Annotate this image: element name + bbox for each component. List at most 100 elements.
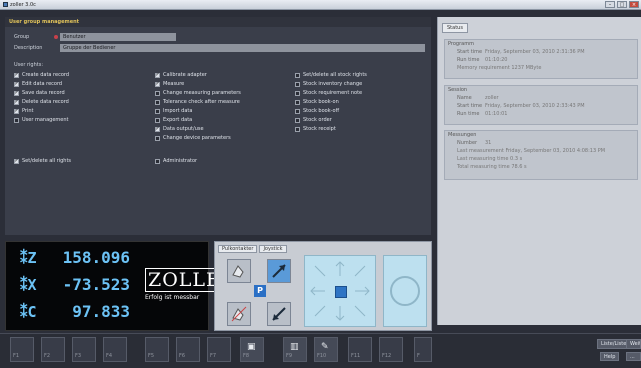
tab-status[interactable]: Status [442,23,468,33]
axis-readout: ⁑Z 158.096 ⁑X -73.523 ⁑C 97.833 ZOLLER E… [5,241,240,331]
tab-joystick[interactable]: Joystick [259,245,287,253]
required-icon [54,35,58,39]
measurings-group: Messungen Number 31 Last measurement Frid… [444,130,638,180]
right-checkbox[interactable]: ✓ Measure [155,81,184,87]
right-checkbox[interactable]: Stock inventory change [295,81,362,87]
checkbox[interactable] [155,90,160,96]
right-checkbox[interactable]: ✓ Print [14,108,34,114]
description-row: Description Gruppe der Bediener [14,44,425,52]
f12-key[interactable]: F12 [379,337,403,362]
checkbox[interactable]: ✓ [155,72,160,78]
axis-z-value: 158.096 [62,248,130,267]
checkbox[interactable]: ✓ [14,158,19,164]
park-button[interactable]: P [254,285,266,297]
axis-z-label: ⁑Z [20,248,37,267]
right-checkbox[interactable]: User management [14,117,68,123]
right-checkbox[interactable]: Change device parameters [155,135,231,141]
move-diagonal-up-button[interactable] [267,259,291,283]
checkbox[interactable] [295,126,300,132]
f1-key[interactable]: F1 [10,337,34,362]
description-label: Description [14,45,43,51]
checkbox[interactable] [155,117,160,123]
window-controls: – □ × [605,1,639,8]
f2-key[interactable]: F2 [41,337,65,362]
f10-key[interactable]: ✎ F10 [314,337,338,362]
right-checkbox[interactable]: ✓ Save data record [14,90,65,96]
right-checkbox[interactable]: ✓ Data output/use [155,126,204,132]
move-diagonal-down-button[interactable] [267,302,291,326]
rights-heading: User rights: [14,62,44,68]
right-checkbox[interactable]: Set/delete all stock rights [295,72,367,78]
joystick-pad[interactable] [304,255,376,327]
right-checkbox[interactable]: Stock receipt [295,126,336,132]
f4-key[interactable]: F4 [103,337,127,362]
axis-row-c: ⁑C 97.833 [20,302,130,321]
f6-key[interactable]: F6 [176,337,200,362]
maximize-button[interactable]: □ [617,1,627,8]
right-checkbox[interactable]: Tolerance check after measure [155,99,240,105]
checkbox[interactable] [295,99,300,105]
checkbox[interactable]: ✓ [14,81,19,87]
checkbox[interactable] [295,90,300,96]
window-titlebar: zoller 3.0c – □ × [0,0,641,10]
axis-x-value: -73.523 [62,275,130,294]
right-checkbox[interactable]: ✓ Create data record [14,72,69,78]
checkbox[interactable]: ✓ [14,72,19,78]
axis-row-z: ⁑Z 158.096 [20,248,130,267]
rotation-pad[interactable] [383,255,427,327]
checkbox[interactable] [295,108,300,114]
checkbox[interactable] [155,108,160,114]
right-checkbox[interactable]: Stock book-on [295,99,339,105]
f11-key[interactable]: F11 [348,337,372,362]
right-checkbox[interactable]: Change measuring parameters [155,90,241,96]
checkbox[interactable]: ✓ [14,108,19,114]
checkbox[interactable] [155,99,160,105]
right-checkbox[interactable]: Export data [155,117,192,123]
help-button[interactable]: Help [600,352,620,361]
checkbox[interactable] [295,81,300,87]
checkbox[interactable]: ✓ [14,90,19,96]
status-panel: Status Programm Start time Friday, Septem… [437,17,641,325]
group-field[interactable]: Benutzer [60,33,176,41]
axis-c-value: 97.833 [72,302,130,321]
minimize-button[interactable]: – [605,1,615,8]
more-button[interactable]: ... [626,352,641,361]
administrator-checkbox[interactable]: Administrator [155,158,197,164]
axis-row-x: ⁑X -73.523 [20,275,130,294]
right-checkbox[interactable]: ✓ Edit data record [14,81,62,87]
rotate-icon [390,276,420,306]
close-button[interactable]: × [629,1,639,8]
f8-key[interactable]: ▣ F8 [240,337,264,362]
f9-key[interactable]: ▥ F9 [283,337,307,362]
group-label: Group [14,34,30,40]
description-field[interactable]: Gruppe der Bediener [60,44,425,52]
tab-pulkontakter[interactable]: Pulkontakter [218,245,258,253]
checkbox[interactable] [155,135,160,141]
user-group-panel: User group management Group Benutzer Des… [5,17,431,235]
checkbox[interactable] [14,117,19,123]
app-icon [3,2,8,7]
all-rights-checkbox[interactable]: ✓ Set/delete all rights [14,158,71,164]
next-button[interactable]: Weiter [626,339,641,349]
right-checkbox[interactable]: ✓ Delete data record [14,99,69,105]
clamp-close-button[interactable] [227,302,251,326]
right-checkbox[interactable]: ✓ Calibrate adapter [155,72,207,78]
checkbox[interactable] [295,72,300,78]
group-row: Group Benutzer [14,33,176,41]
f7-key[interactable]: F7 [207,337,231,362]
right-checkbox[interactable]: Stock book-off [295,108,339,114]
f5-key[interactable]: F5 [145,337,169,362]
clamp-open-button[interactable] [227,259,251,283]
joystick-center[interactable] [335,286,347,298]
right-checkbox[interactable]: Stock requirement note [295,90,362,96]
right-checkbox[interactable]: Import data [155,108,192,114]
axis-x-label: ⁑X [20,275,37,294]
checkbox[interactable]: ✓ [14,99,19,105]
checkbox[interactable]: ✓ [155,126,160,132]
checkbox[interactable] [295,117,300,123]
checkbox[interactable] [155,158,160,164]
f-key[interactable]: F [414,337,432,362]
checkbox[interactable]: ✓ [155,81,160,87]
right-checkbox[interactable]: Stock order [295,117,332,123]
f3-key[interactable]: F3 [72,337,96,362]
